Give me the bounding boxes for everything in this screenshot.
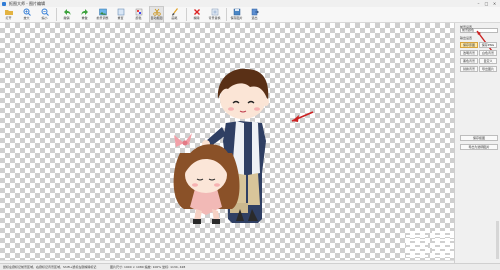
stripe-pattern: [432, 231, 454, 259]
replace-background-icon: [211, 8, 218, 16]
panel-scrollbar[interactable]: [496, 221, 499, 259]
app-logo-icon: [2, 1, 6, 6]
status-hint: 鼠标左键标记前景区域，右键标记背景区域，Shift+鼠标左键擦除标记: [3, 265, 97, 269]
transparent-bg-button[interactable]: 透明背景: [460, 50, 478, 56]
zoom-in-icon: [23, 8, 31, 16]
tool-open-button[interactable]: 打开: [2, 7, 15, 22]
zoom-out-icon: [41, 8, 49, 16]
image-canvas[interactable]: [0, 23, 454, 260]
export-image-button[interactable]: 导出图片: [479, 66, 497, 72]
panel-subtitle: 输出设置: [460, 36, 473, 40]
save-original-button[interactable]: 保存原图: [460, 42, 478, 48]
tool-foreground-adjust-button[interactable]: 前景调整: [96, 7, 109, 22]
brush-icon: [171, 8, 178, 16]
settings-panel: 前景设置 前景颜色 输出设置 保存原图 保存PNG 透明背景 白色背景 黑色背景…: [454, 23, 500, 263]
toolbar-separator: [186, 8, 187, 21]
tool-reset-button[interactable]: 重置: [114, 7, 127, 22]
tool-brush-button[interactable]: 画笔: [168, 7, 181, 22]
save-cutout-button[interactable]: 保存抠图: [460, 135, 498, 141]
window-title: 抠图大师 - 图片编辑: [9, 0, 45, 6]
tool-replace-bg-button[interactable]: 背景替换: [208, 7, 221, 22]
window-controls: – □ ×: [476, 1, 497, 6]
exit-icon: [251, 8, 259, 16]
toolbar: 打开 放大 缩小 撤销 重做 前景调整 重置 颜色 自动抠图 画笔 擦除 背景替…: [0, 6, 500, 23]
tool-zoom-out-button[interactable]: 缩小: [38, 7, 51, 22]
close-button[interactable]: ×: [492, 1, 497, 6]
save-icon: [233, 8, 240, 16]
tool-exit-button[interactable]: 退出: [248, 7, 261, 22]
tool-save-button[interactable]: 保存图片: [230, 7, 243, 22]
save-png-button[interactable]: 保存PNG: [479, 42, 497, 48]
tool-redo-button[interactable]: 重做: [78, 7, 91, 22]
maximize-button[interactable]: □: [484, 1, 489, 6]
tool-auto-cutout-button[interactable]: 自动抠图: [149, 6, 164, 23]
stripe-pattern: [406, 231, 428, 259]
folder-icon: [4, 10, 13, 15]
black-bg-button[interactable]: 黑色背景: [460, 58, 478, 64]
undo-icon: [63, 9, 70, 15]
tool-erase-button[interactable]: 擦除: [190, 7, 203, 22]
replace-bg-button[interactable]: 替换背景: [460, 66, 478, 72]
toolbar-separator: [56, 8, 57, 21]
scissors-icon: [152, 8, 161, 16]
redo-icon: [81, 9, 88, 15]
status-bar: 鼠标左键标记前景区域，右键标记背景区域，Shift+鼠标左键擦除标记 图片尺寸:…: [0, 263, 500, 270]
red-arrow-annotation: [291, 111, 314, 122]
image-adjust-icon: [98, 8, 107, 16]
close-x-icon: [193, 9, 200, 15]
color-palette-icon: [135, 8, 142, 16]
export-transparent-button[interactable]: 导出为透明图片: [460, 144, 498, 150]
toolbar-separator: [226, 8, 227, 21]
status-info: 图片尺寸: 1900 × 1080 缩放: 100% 坐标: 1134, 428: [110, 265, 186, 269]
reset-icon: [117, 8, 124, 16]
tool-undo-button[interactable]: 撤销: [60, 7, 73, 22]
white-bg-button[interactable]: 白色背景: [479, 50, 497, 56]
cutout-illustration: [173, 68, 314, 224]
minimize-button[interactable]: –: [476, 1, 481, 6]
custom-bg-button[interactable]: 自定义: [479, 58, 497, 64]
title-bar: 抠图大师 - 图片编辑 – □ ×: [0, 0, 500, 7]
tool-color-button[interactable]: 颜色: [132, 7, 145, 22]
tool-zoom-in-button[interactable]: 放大: [20, 7, 33, 22]
